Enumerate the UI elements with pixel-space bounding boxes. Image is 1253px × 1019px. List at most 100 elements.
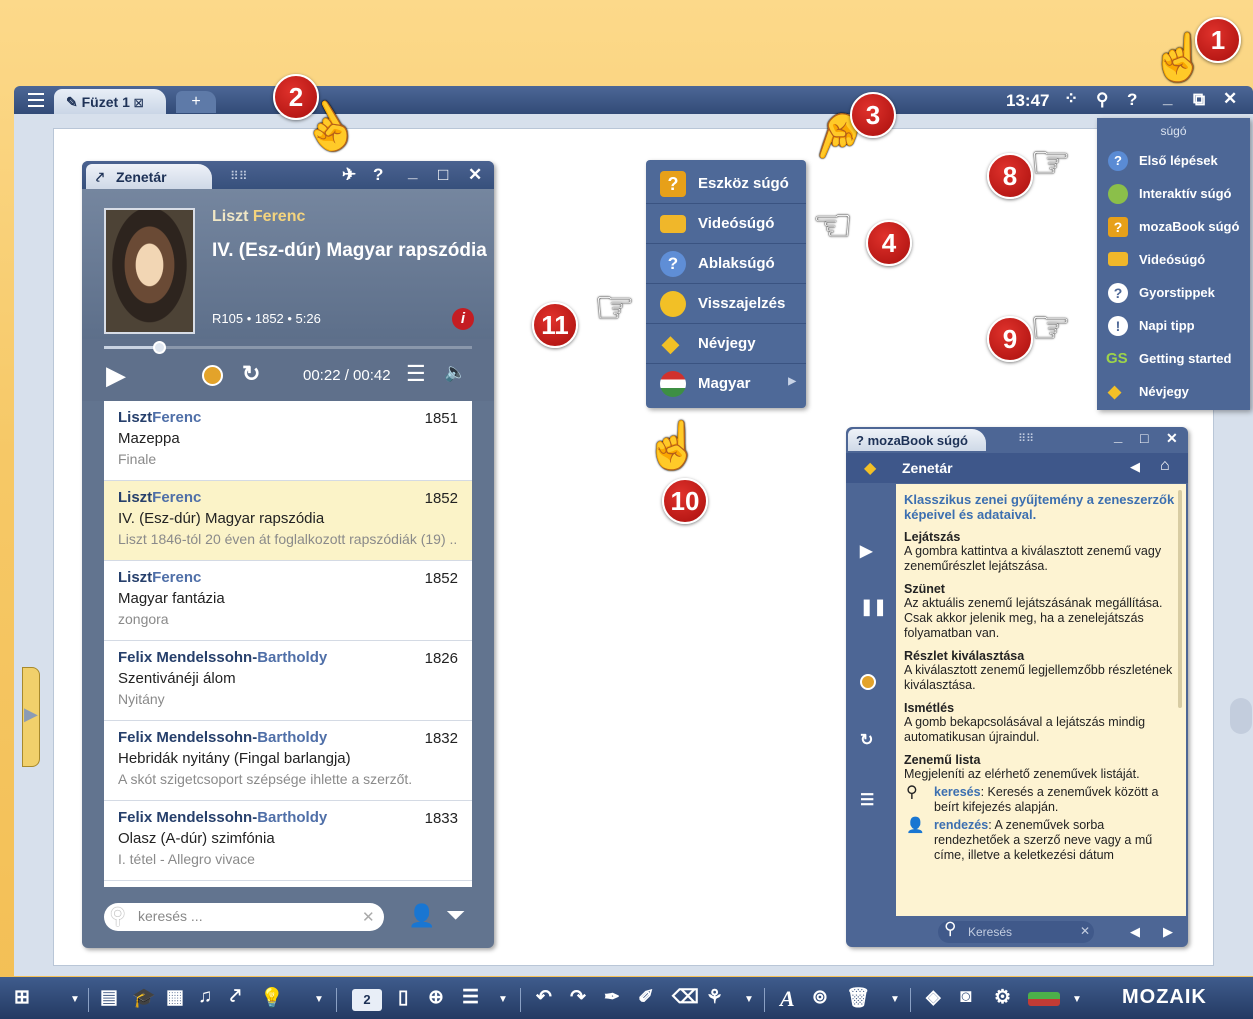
volume-icon[interactable]: 🔈	[444, 362, 466, 383]
expand-arrow-icon[interactable]: ▶	[24, 704, 38, 725]
dropdown-arrow-icon[interactable]: ▼	[498, 994, 508, 1005]
lasso-icon[interactable]: ⊚	[812, 986, 828, 1009]
item-composer: Felix Mendelssohn-Bartholdy	[118, 729, 328, 746]
list-item[interactable]: Felix Mendelssohn-Bartholdy 1832 Hebridák …	[104, 721, 472, 801]
dropdown-arrow-icon[interactable]: ▼	[890, 994, 900, 1005]
zoom-icon[interactable]: ⊕	[428, 986, 444, 1009]
color-palette-icon[interactable]	[1028, 992, 1060, 1006]
sort-by-person-icon[interactable]: 👤	[408, 903, 435, 929]
board-view-icon[interactable]: ⊞	[14, 986, 30, 1009]
tab-fuzet[interactable]: ✎ Füzet 1 ☒	[54, 89, 166, 114]
item-subtitle: I. tétel - Allegro vivace	[118, 851, 255, 867]
window-close-icon[interactable]: ✕	[1166, 430, 1178, 447]
restore-icon[interactable]: ⧉	[1193, 90, 1205, 110]
eraser-icon[interactable]: ⌫	[672, 986, 699, 1009]
keyboard-icon[interactable]: ⠿⠿	[230, 169, 248, 183]
page-number[interactable]: 2	[352, 989, 382, 1011]
menu-item-napi-tipp[interactable]: ! Napi tipp	[1097, 309, 1250, 342]
dropdown-arrow-icon[interactable]: ▼	[744, 994, 754, 1005]
back-arrow-icon[interactable]: ◀	[1130, 459, 1140, 475]
menu-item-videosugo[interactable]: Videósúgó	[1097, 243, 1250, 276]
menu-item-videosugo[interactable]: Videósúgó	[646, 204, 806, 244]
right-edge-handle[interactable]	[1230, 698, 1252, 734]
highlighter-icon[interactable]: ✐	[638, 986, 654, 1009]
dropdown-arrow-icon[interactable]: ▼	[1072, 994, 1082, 1005]
menu-item-mozabook-sugo[interactable]: ? mozaBook súgó	[1097, 210, 1250, 243]
window-help-icon[interactable]: ?	[373, 165, 383, 185]
add-page-icon[interactable]: ▯	[398, 986, 408, 1009]
text-icon[interactable]: A	[780, 986, 795, 1012]
menu-label: Videósúgó	[1139, 252, 1206, 267]
submenu-arrow-icon: ▶	[788, 376, 796, 387]
scrollbar[interactable]	[1178, 490, 1182, 708]
tab-close-icon[interactable]: ☒	[134, 98, 144, 110]
list-icon[interactable]: ☰	[406, 361, 426, 387]
hat-icon[interactable]: 🎓	[132, 986, 156, 1010]
item-composer: LisztFerenc	[118, 409, 202, 426]
lightbulb-icon[interactable]: 💡	[260, 986, 284, 1010]
pin-icon[interactable]: ✈	[342, 165, 356, 185]
help-icon[interactable]: ?	[1127, 90, 1137, 110]
menu-item-ablaksugo[interactable]: ? Ablaksúgó	[646, 244, 806, 284]
minimize-icon[interactable]: _	[1163, 88, 1172, 108]
window-minimize-icon[interactable]: _	[1114, 428, 1122, 445]
dropdown-arrow-icon[interactable]: ▼	[314, 994, 324, 1005]
page-list-icon[interactable]: ☰	[462, 986, 479, 1009]
settings-icon[interactable]: ⚙	[994, 986, 1011, 1009]
item-year: 1852	[424, 570, 458, 587]
menu-item-elso-lepesek[interactable]: ? Első lépések	[1097, 144, 1250, 177]
search-icon[interactable]: ⚲	[1096, 90, 1108, 110]
undo-icon[interactable]: ↶	[536, 986, 552, 1009]
tools-icon[interactable]: ⤤	[230, 986, 241, 1008]
window-maximize-icon[interactable]: □	[438, 165, 448, 185]
entry-text: Az aktuális zenemű lejátszásának megállí…	[904, 596, 1163, 640]
add-tab-button[interactable]: +	[176, 91, 216, 113]
play-icon[interactable]: ▶	[106, 360, 126, 391]
repeat-icon[interactable]: ↻	[242, 361, 260, 387]
music-list[interactable]: LisztFerenc 1851 Mazeppa Finale LisztFerenc 1…	[104, 401, 472, 887]
hamburger-menu-icon[interactable]	[28, 93, 44, 107]
clear-search-icon[interactable]: ✕	[1080, 924, 1090, 938]
apps-icon[interactable]: ⁘	[1064, 89, 1078, 109]
list-item[interactable]: LisztFerenc 1851 Mazeppa Finale	[104, 401, 472, 481]
document-icon[interactable]: ▦	[166, 986, 184, 1009]
list-item[interactable]: Felix Mendelssohn-Bartholdy 1826 Szentiván…	[104, 641, 472, 721]
menu-item-nevjegy[interactable]: ◆ Névjegy	[646, 324, 806, 364]
menu-item-interaktiv-sugo[interactable]: Interaktív súgó	[1097, 177, 1250, 210]
zenetar-tab[interactable]: ⤤ Zenetár	[86, 164, 212, 189]
keyboard-icon[interactable]: ⠿⠿	[1018, 432, 1034, 445]
mozabook-help-tab[interactable]: ? mozaBook súgó	[848, 429, 986, 451]
window-maximize-icon[interactable]: □	[1140, 430, 1148, 446]
pen-icon[interactable]: ✒	[604, 986, 620, 1009]
menu-item-visszajelzes[interactable]: Visszajelzés	[646, 284, 806, 324]
menu-item-gyorstippek[interactable]: ? Gyorstippek	[1097, 276, 1250, 309]
clear-search-icon[interactable]: ✕	[362, 908, 375, 926]
dropdown-arrow-icon[interactable]: ▼	[70, 994, 80, 1005]
redo-icon[interactable]: ↷	[570, 986, 586, 1009]
pages-icon[interactable]: ▤	[100, 986, 118, 1009]
menu-label: Interaktív súgó	[1139, 186, 1232, 201]
zenetar-search-input[interactable]: keresés ...	[104, 903, 384, 931]
prev-arrow-icon[interactable]: ◀	[1130, 924, 1140, 940]
menu-item-getting-started[interactable]: GS Getting started	[1097, 342, 1250, 375]
info-icon[interactable]: i	[452, 308, 474, 330]
excerpt-icon[interactable]	[202, 365, 223, 386]
shapes-icon[interactable]: ◈	[926, 986, 941, 1009]
camera-icon[interactable]: ◙	[960, 986, 971, 1008]
home-icon[interactable]: ⌂	[1160, 457, 1170, 475]
brush-icon[interactable]: ⚘	[706, 986, 723, 1009]
menu-item-eszkoz-sugo[interactable]: ? Eszköz súgó	[646, 164, 806, 204]
media-icon[interactable]: ♫	[198, 986, 212, 1008]
list-item[interactable]: LisztFerenc 1852 IV. (Esz-dúr) Magyar raps…	[104, 481, 472, 561]
window-minimize-icon[interactable]: _	[408, 162, 417, 182]
trash-icon[interactable]: 🗑	[846, 986, 870, 1010]
window-close-icon[interactable]: ✕	[468, 165, 482, 185]
filter-icon[interactable]: ⏷	[446, 902, 465, 930]
list-item[interactable]: LisztFerenc 1852 Magyar fantázia zongora	[104, 561, 472, 641]
close-icon[interactable]: ✕	[1223, 89, 1237, 109]
menu-item-nevjegy[interactable]: ◆ Névjegy	[1097, 375, 1250, 408]
next-arrow-icon[interactable]: ▶	[1163, 924, 1173, 940]
list-item[interactable]: Felix Mendelssohn-Bartholdy 1833 Olasz (A-…	[104, 801, 472, 881]
menu-item-magyar[interactable]: Magyar ▶	[646, 364, 806, 404]
help-search-input[interactable]: Keresés	[938, 921, 1094, 943]
